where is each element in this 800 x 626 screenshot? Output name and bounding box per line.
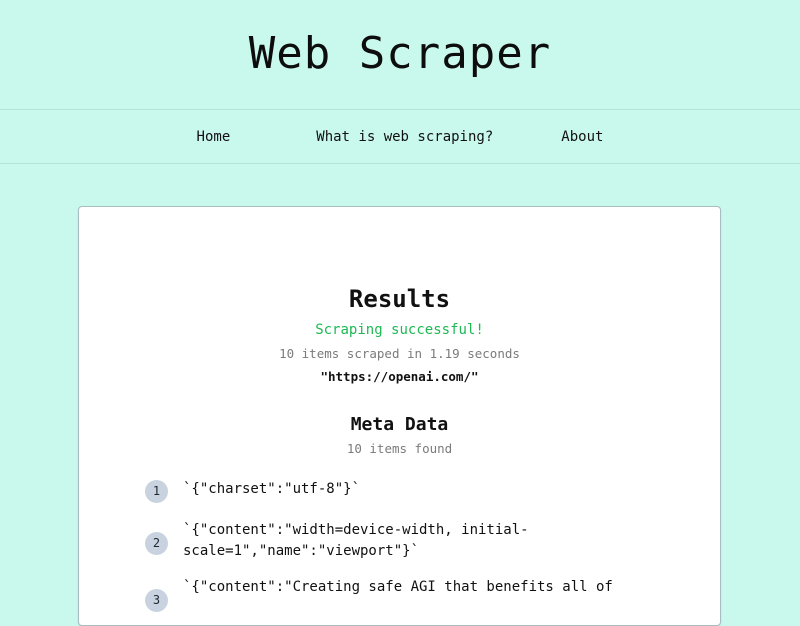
- nav-link-what-is-web-scraping[interactable]: What is web scraping?: [316, 129, 493, 145]
- nav-link-about[interactable]: About: [561, 129, 603, 145]
- list-item: 3 `{"content":"Creating safe AGI that be…: [145, 577, 625, 617]
- meta-data-title: Meta Data: [350, 414, 449, 435]
- meta-data-count: 10 items found: [346, 441, 453, 456]
- meta-item-text: `{"content":"Creating safe AGI that bene…: [183, 579, 613, 595]
- item-number-badge: 1: [145, 480, 168, 503]
- item-number-badge: 3: [145, 589, 168, 612]
- scrape-summary: 10 items scraped in 1.19 seconds: [279, 346, 520, 361]
- site-header: Web Scraper: [0, 0, 800, 110]
- meta-data-list: 1 `{"charset":"utf-8"}` 2 `{"content":"w…: [145, 479, 625, 617]
- scraped-url: "https://openai.com/": [320, 369, 479, 384]
- list-item: 1 `{"charset":"utf-8"}`: [145, 479, 625, 520]
- list-item: 2 `{"content":"width=device-width, initi…: [145, 520, 625, 577]
- results-card: Results Scraping successful! 10 items sc…: [78, 206, 721, 626]
- status-message: Scraping successful!: [315, 322, 484, 338]
- item-number-badge: 2: [145, 532, 168, 555]
- main-nav: Home What is web scraping? About: [0, 110, 800, 164]
- nav-link-home[interactable]: Home: [197, 129, 231, 145]
- meta-item-text: `{"content":"width=device-width, initial…: [183, 522, 529, 559]
- page-title: Web Scraper: [248, 28, 552, 79]
- meta-item-text: `{"charset":"utf-8"}`: [183, 481, 361, 497]
- results-title: Results: [348, 285, 451, 313]
